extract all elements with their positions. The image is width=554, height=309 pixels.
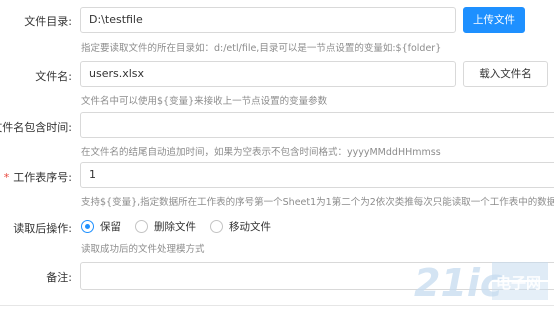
radio-keep[interactable]: 保留 bbox=[81, 219, 121, 234]
watermark-brand: 21ic bbox=[414, 261, 503, 304]
radio-checked-icon[interactable] bbox=[81, 220, 94, 233]
watermark-text: 电子网 bbox=[496, 274, 541, 292]
sheet-index-label: * 工作表序号: bbox=[4, 169, 72, 185]
filename-hint: 文件名中可以使用${变量}来接收上一节点设置的变量参数 bbox=[81, 96, 328, 107]
dir-label: 文件目录: bbox=[24, 15, 72, 28]
radio-move[interactable]: 移动文件 bbox=[210, 219, 271, 234]
required-mark: * bbox=[3, 171, 10, 184]
radio-move-label: 移动文件 bbox=[229, 221, 271, 233]
time-suffix-label: 文件名包含时间: bbox=[0, 121, 72, 134]
bottom-divider bbox=[0, 305, 554, 306]
upload-file-button[interactable]: 上传文件 bbox=[463, 7, 525, 33]
after-read-label: 读取后操作: bbox=[13, 222, 72, 235]
watermark-logo: 21ic 电子网 bbox=[414, 261, 548, 304]
dir-hint: 指定要读取文件的所在目录如：d:/etl/file,目录可以是一节点设置的变量如… bbox=[81, 43, 442, 54]
filename-label: 文件名: bbox=[35, 70, 72, 83]
sheet-index-hint: 支持${变量},指定数据所在工作表的序号第一个Sheet1为1第二个为2依次类推… bbox=[81, 197, 554, 208]
sheet-index-input[interactable]: 1 bbox=[80, 162, 554, 188]
remark-label: 备注: bbox=[46, 271, 72, 284]
after-read-radio-group: 保留 删除文件 移动文件 bbox=[81, 219, 285, 234]
time-suffix-input[interactable] bbox=[80, 112, 554, 138]
radio-keep-label: 保留 bbox=[100, 221, 121, 233]
sheet-index-label-text: 工作表序号: bbox=[13, 171, 72, 184]
radio-unchecked-icon[interactable] bbox=[135, 220, 148, 233]
radio-delete[interactable]: 删除文件 bbox=[135, 219, 196, 234]
after-read-hint: 读取成功后的文件处理模方式 bbox=[81, 244, 205, 255]
filename-input[interactable]: users.xlsx bbox=[80, 61, 456, 87]
radio-unchecked-icon[interactable] bbox=[210, 220, 223, 233]
time-suffix-hint: 在文件名的结尾自动追加时间，如果为空表示不包含时间格式：yyyyMMddHHmm… bbox=[81, 147, 441, 158]
dir-input[interactable]: D:\testfile bbox=[80, 7, 456, 33]
load-filename-button[interactable]: 载入文件名 bbox=[463, 61, 548, 87]
radio-delete-label: 删除文件 bbox=[154, 221, 196, 233]
